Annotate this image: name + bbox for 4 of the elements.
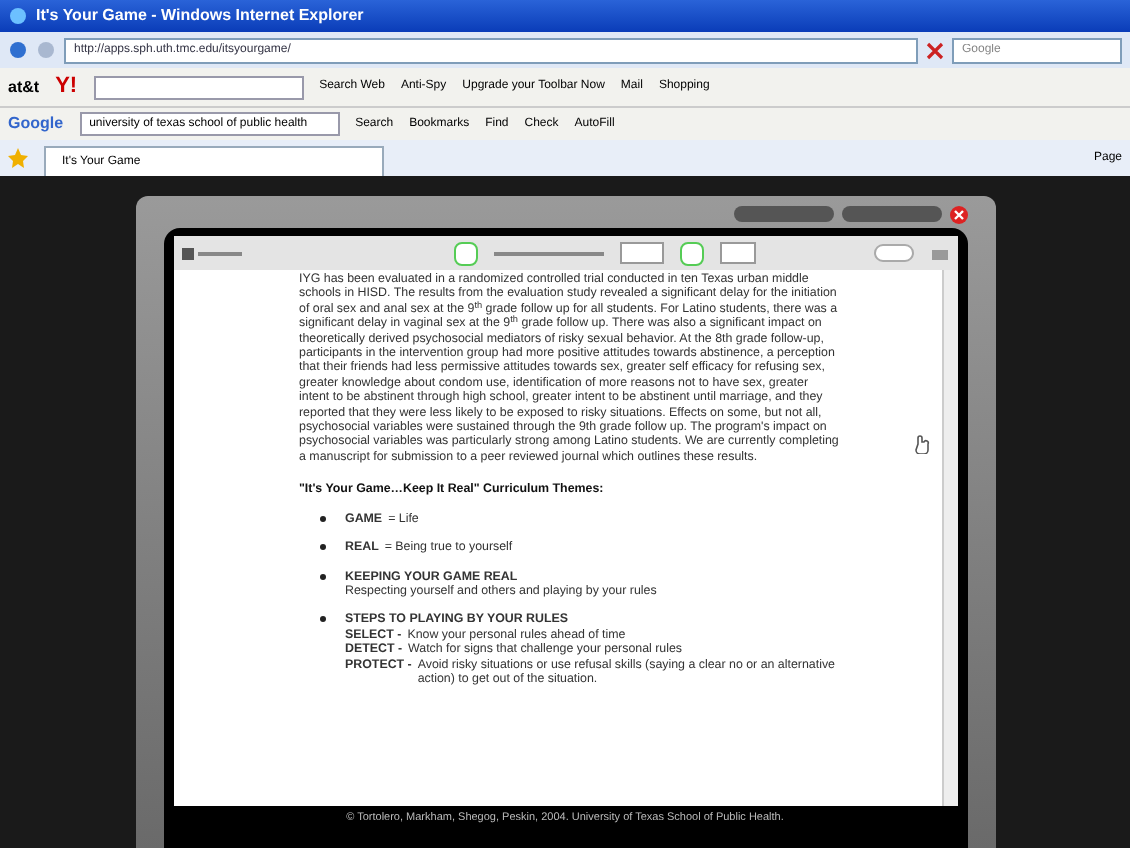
- logo-label: Y!: [55, 72, 78, 103]
- window-title: It's Your Game - Windows Internet Explorer: [36, 4, 364, 28]
- brand-label: at&t: [8, 75, 40, 99]
- brand-label: Google: [8, 112, 64, 136]
